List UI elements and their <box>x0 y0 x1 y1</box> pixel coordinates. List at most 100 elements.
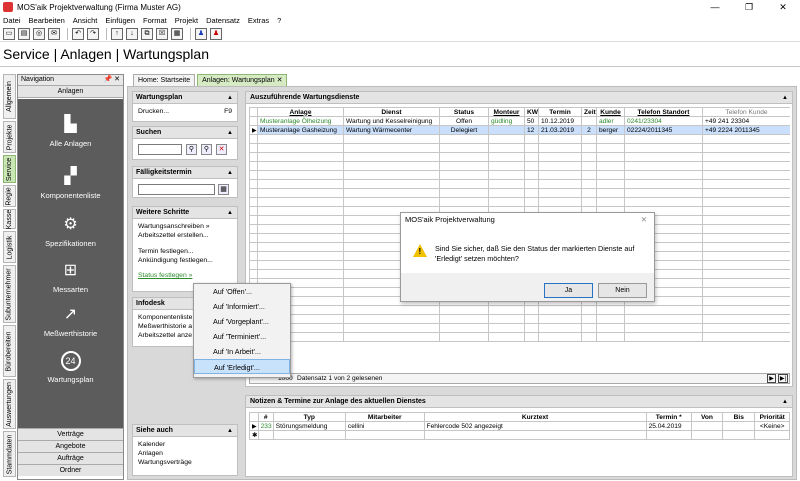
collapse-icon[interactable]: ▲ <box>227 425 233 437</box>
menu-datei[interactable]: Datei <box>3 16 21 25</box>
col-kunde[interactable]: Kunde <box>596 107 625 117</box>
table-row[interactable]: ▶ 233 Störungsmeldung cellini Fehlercode… <box>249 421 790 431</box>
collapse-icon[interactable]: ▲ <box>227 92 233 104</box>
pin-icon[interactable]: 📌 ✕ <box>103 75 120 85</box>
nav-angebote[interactable]: Angebote <box>18 440 123 452</box>
table-row[interactable]: Musteranlage Ölheizung Wartung und Kesse… <box>249 116 790 126</box>
nav-vertraege[interactable]: Verträge <box>18 428 123 440</box>
col-status[interactable]: Status <box>439 107 489 117</box>
nav-auftraege[interactable]: Aufträge <box>18 452 123 464</box>
tab-stammdaten[interactable]: Stammdaten <box>3 431 16 477</box>
col-kurztext[interactable]: Kurztext <box>423 412 647 422</box>
tab-home[interactable]: Home: Startseite <box>133 74 196 86</box>
nav-messwerthistorie[interactable]: ↗ Meßwerthistorie <box>18 305 123 338</box>
col-dienst[interactable]: Dienst <box>343 107 440 117</box>
tab-projekte[interactable]: Projekte <box>3 121 16 153</box>
menu-item-terminiert[interactable]: Auf 'Terminiert'... <box>194 329 290 344</box>
calendar-icon[interactable]: ▦ <box>218 184 229 195</box>
menu-help[interactable]: ? <box>277 16 281 25</box>
tab-logistik[interactable]: Logistik <box>3 231 16 263</box>
menu-item-vorgeplant[interactable]: Auf 'Vorgeplant'... <box>194 314 290 329</box>
nav-section-anlagen[interactable]: Anlagen <box>18 86 123 98</box>
nav-messarten[interactable]: ⊞ Messarten <box>18 261 123 294</box>
tab-subunternehmer[interactable]: Subunternehmer <box>3 265 16 323</box>
col-prioritaet[interactable]: Priorität <box>754 412 790 422</box>
redo-icon[interactable]: ↷ <box>87 27 99 40</box>
tab-service[interactable]: Service <box>3 155 16 183</box>
undo-icon[interactable]: ↶ <box>72 27 84 40</box>
clear-filter-icon[interactable]: ✕ <box>216 144 227 155</box>
nav-ordner[interactable]: Ordner <box>18 464 123 476</box>
tab-bueroarbeiten[interactable]: Bürobereiten <box>3 325 16 377</box>
tab-regie[interactable]: Regie <box>3 185 16 207</box>
maximize-button[interactable]: ❐ <box>732 0 766 14</box>
close-button[interactable]: ✕ <box>766 0 800 14</box>
collapse-icon[interactable]: ▲ <box>782 92 788 104</box>
menu-bearbeiten[interactable]: Bearbeiten <box>29 16 65 25</box>
col-von[interactable]: Von <box>690 412 724 422</box>
link-anlagen[interactable]: Anlagen <box>133 449 237 458</box>
link-arbeitszettel[interactable]: Arbeitszettel erstellen... <box>133 231 237 240</box>
col-mitarbeiter[interactable]: Mitarbeiter <box>344 412 425 422</box>
user-red-icon[interactable]: ♟ <box>210 27 222 40</box>
col-telefon-kunde[interactable]: Telefon Kunde <box>702 107 790 117</box>
calc-icon[interactable]: ▦ <box>171 27 183 40</box>
col-monteur[interactable]: Monteur <box>488 107 525 117</box>
filter-icon[interactable]: ⚲ <box>186 144 197 155</box>
table-row-selected[interactable]: ▶ Musteranlage Gasheizung Wartung Wärmec… <box>249 125 790 135</box>
drucken-link[interactable]: Drucken... F9 <box>133 107 237 116</box>
menu-extras[interactable]: Extras <box>248 16 269 25</box>
delete-icon[interactable]: ☒ <box>156 27 168 40</box>
col-nr[interactable]: # <box>257 412 274 422</box>
user-icon[interactable]: ♟ <box>195 27 207 40</box>
mail-icon[interactable]: ✉ <box>48 27 60 40</box>
tab-wartungsplan[interactable]: Anlagen: Wartungsplan ✕ <box>197 74 288 86</box>
nav-wartungsplan[interactable]: 24 Wartungsplan <box>18 351 123 384</box>
link-ankuendigung[interactable]: Ankündigung festlegen... <box>133 256 237 265</box>
collapse-icon[interactable]: ▲ <box>782 396 788 408</box>
search-icon[interactable]: ⚲ <box>201 144 212 155</box>
dialog-close-icon[interactable]: ✕ <box>641 213 647 227</box>
new-icon[interactable]: ▭ <box>3 27 15 40</box>
menu-item-informiert[interactable]: Auf 'Informiert'... <box>194 299 290 314</box>
col-zeit[interactable]: Zeit <box>581 107 597 117</box>
minimize-button[interactable]: — <box>698 0 732 14</box>
last-record-icon[interactable]: ▶| <box>778 374 788 383</box>
next-record-icon[interactable]: ▶ <box>767 374 776 383</box>
menu-format[interactable]: Format <box>143 16 167 25</box>
preview-icon[interactable]: ◎ <box>33 27 45 40</box>
col-bis[interactable]: Bis <box>722 412 756 422</box>
search-input[interactable] <box>138 144 182 155</box>
link-status-festlegen[interactable]: Status festlegen » <box>133 271 237 280</box>
nav-alle-anlagen[interactable]: ▙ Alle Anlagen <box>18 115 123 148</box>
tab-auswertungen[interactable]: Auswertungen <box>3 379 16 429</box>
menu-ansicht[interactable]: Ansicht <box>73 16 98 25</box>
link-wartungsanschreiben[interactable]: Wartungsanschreiben » <box>133 222 237 231</box>
date-input[interactable] <box>138 184 215 195</box>
col-typ[interactable]: Typ <box>272 412 346 422</box>
col-termin[interactable]: Termin <box>538 107 582 117</box>
nav-spezifikationen[interactable]: ⚙ Spezifikationen <box>18 215 123 248</box>
menu-einfuegen[interactable]: Einfügen <box>105 16 135 25</box>
yes-button[interactable]: Ja <box>544 283 593 298</box>
link-wartungsvertraege[interactable]: Wartungsverträge <box>133 458 237 467</box>
up-icon[interactable]: ↑ <box>111 27 123 40</box>
no-button[interactable]: Nein <box>598 283 647 298</box>
menu-item-erledigt[interactable]: Auf 'Erledigt'... <box>194 359 290 374</box>
collapse-icon[interactable]: ▲ <box>227 167 233 179</box>
menu-item-in-arbeit[interactable]: Auf 'In Arbeit'... <box>194 344 290 359</box>
menu-projekt[interactable]: Projekt <box>175 16 198 25</box>
collapse-icon[interactable]: ▲ <box>227 207 233 219</box>
collapse-icon[interactable]: ▲ <box>227 127 233 139</box>
col-anlage[interactable]: Anlage <box>257 107 344 117</box>
print-icon[interactable]: ▤ <box>18 27 30 40</box>
col-termin[interactable]: Termin * <box>645 412 692 422</box>
col-kw[interactable]: KW <box>524 107 539 117</box>
copy-icon[interactable]: ⧉ <box>141 27 153 40</box>
col-telefon-standort[interactable]: Telefon Standort <box>624 107 703 117</box>
tab-kasse[interactable]: Kasse <box>3 209 16 229</box>
link-kalender[interactable]: Kalender <box>133 440 237 449</box>
tab-allgemein[interactable]: Allgemein <box>3 74 16 119</box>
down-icon[interactable]: ↓ <box>126 27 138 40</box>
link-termin[interactable]: Termin festlegen... <box>133 247 237 256</box>
